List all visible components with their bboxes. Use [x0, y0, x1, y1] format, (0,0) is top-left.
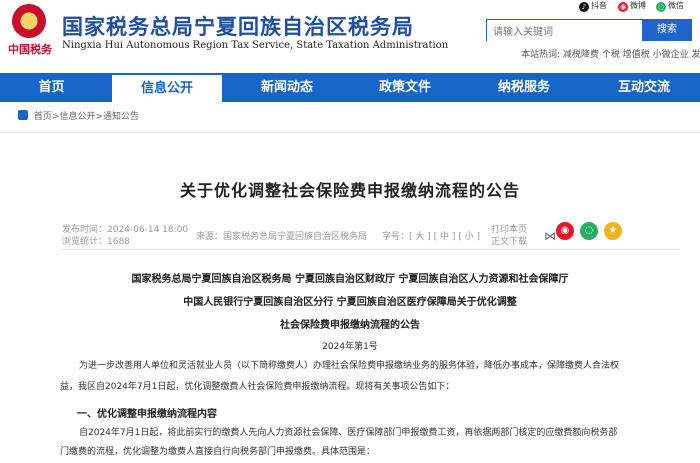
weibo-share-icon[interactable]: ◉ — [556, 222, 574, 240]
hot-word-link[interactable]: 个税 — [602, 50, 620, 60]
nav-policy[interactable]: 政策文件 — [350, 73, 460, 102]
paragraph-1-line-1: 为进一步改善用人单位和灵活就业人员（以下简称缴费人）办理社会保险费申报缴纳业务的… — [79, 361, 620, 371]
social-wechat[interactable]: ◌ 微信 — [656, 0, 684, 12]
search-input[interactable] — [487, 22, 644, 43]
weibo-icon: ◉ — [618, 2, 628, 12]
site-header: 中国税务 国家税务总局宁夏回族自治区税务局 Ningxia Hui Autono… — [0, 0, 700, 72]
main-navigation: 首页 信息公开 新闻动态 政策文件 纳税服务 互动交流 — [0, 73, 700, 102]
article-source: 来源：国家税务总局宁夏回族自治区税务局 — [196, 232, 368, 242]
font-size-controls[interactable]: 字号：[ 大 ] [ 中 ] [ 小 ] — [382, 229, 480, 242]
paragraph-2-line-2: 门缴费的流程，优化调整为缴费人直接自行向税务部门申报缴费。具体范围是： — [60, 447, 376, 457]
hot-word-link[interactable]: 增值税 — [623, 50, 650, 60]
view-count: 浏览统计：1688 — [62, 237, 130, 247]
breadcrumb: 首页>信息公开>通知公告 — [18, 110, 139, 124]
document-number: 2024年第1号 — [322, 342, 378, 352]
section-heading-1: 一、优化调整申报缴纳流程内容 — [77, 409, 217, 420]
header-divider — [0, 132, 700, 133]
site-title[interactable]: 国家税务总局宁夏回族自治区税务局 — [62, 11, 414, 41]
wechat-share-icon[interactable]: ◌ — [580, 222, 598, 240]
meta-divider — [60, 249, 680, 250]
home-icon — [18, 110, 28, 120]
hot-words: 本站热词: 减税降费 个税 增值税 小微企业 发票 — [521, 47, 700, 60]
breadcrumb-home[interactable]: 首页 — [34, 112, 52, 122]
document-issuers-line-2: 中国人民银行宁夏回族自治区分行 宁夏回族自治区医疗保障局关于优化调整 — [183, 297, 517, 308]
download-link[interactable]: 正文下载 — [491, 234, 527, 247]
nav-home[interactable]: 首页 — [0, 73, 103, 102]
search-button[interactable]: 搜索 — [642, 19, 692, 41]
hot-words-label: 本站热词: — [521, 50, 561, 60]
social-douyin[interactable]: ♪ 抖音 — [579, 0, 607, 12]
nav-interaction[interactable]: 互动交流 — [588, 73, 700, 102]
hot-word-link[interactable]: 发票 — [691, 50, 700, 60]
favorite-star-icon[interactable]: ★ — [604, 222, 622, 240]
nav-information[interactable]: 信息公开 — [112, 73, 222, 102]
douyin-icon: ♪ — [579, 2, 589, 12]
search-box: 搜索 — [486, 19, 692, 43]
hot-word-link[interactable]: 减税降费 — [563, 50, 599, 60]
wechat-icon: ◌ — [656, 2, 666, 12]
nav-news[interactable]: 新闻动态 — [232, 73, 342, 102]
brand-logo-text: 中国税务 — [8, 43, 52, 56]
hot-word-link[interactable]: 小微企业 — [653, 50, 689, 60]
site-title-english: Ningxia Hui Autonomous Region Tax Servic… — [62, 40, 449, 51]
paragraph-1-line-2: 益，我区自2024年7月1日起，优化调整缴费人社会保险费申报缴纳流程。现将有关事… — [60, 382, 455, 392]
breadcrumb-separator: > — [95, 112, 103, 122]
document-title-line: 社会保险费申报缴纳流程的公告 — [280, 320, 420, 331]
tax-emblem-icon — [12, 4, 46, 38]
nav-tax-service[interactable]: 纳税服务 — [469, 73, 579, 102]
social-weibo[interactable]: ◉ 微博 — [618, 0, 646, 12]
share-icon[interactable]: ⋈ — [544, 229, 556, 243]
article-title: 关于优化调整社会保险费申报缴纳流程的公告 — [179, 181, 520, 200]
breadcrumb-notice[interactable]: 通知公告 — [103, 112, 139, 122]
breadcrumb-info[interactable]: 信息公开 — [59, 112, 95, 122]
document-issuers-line-1: 国家税务总局宁夏回族自治区税务局 宁夏回族自治区财政厅 宁夏回族自治区人力资源和… — [131, 274, 569, 285]
